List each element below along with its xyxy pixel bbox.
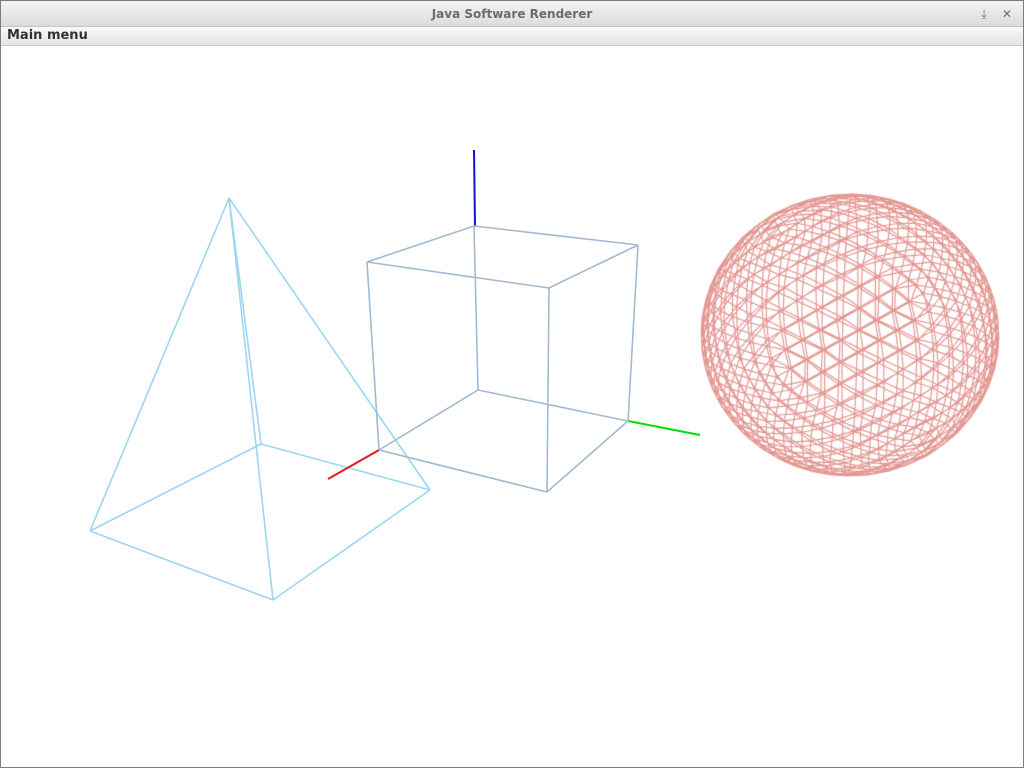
axis-lines xyxy=(327,149,701,480)
main-menu[interactable]: Main menu xyxy=(7,28,88,43)
minimize-button[interactable]: ⤓ xyxy=(977,7,991,21)
y-axis xyxy=(627,420,701,436)
render-viewport[interactable] xyxy=(1,46,1023,767)
close-button[interactable]: ✕ xyxy=(1000,7,1014,21)
menu-bar: Main menu xyxy=(1,27,1023,46)
app-window: Java Software Renderer ⤓ ✕ Main menu xyxy=(0,0,1024,768)
title-bar: Java Software Renderer ⤓ ✕ xyxy=(1,1,1023,27)
window-title: Java Software Renderer xyxy=(431,7,593,21)
z-axis xyxy=(473,149,476,227)
cube-wireframe xyxy=(366,225,639,493)
scene-canvas xyxy=(89,149,701,601)
